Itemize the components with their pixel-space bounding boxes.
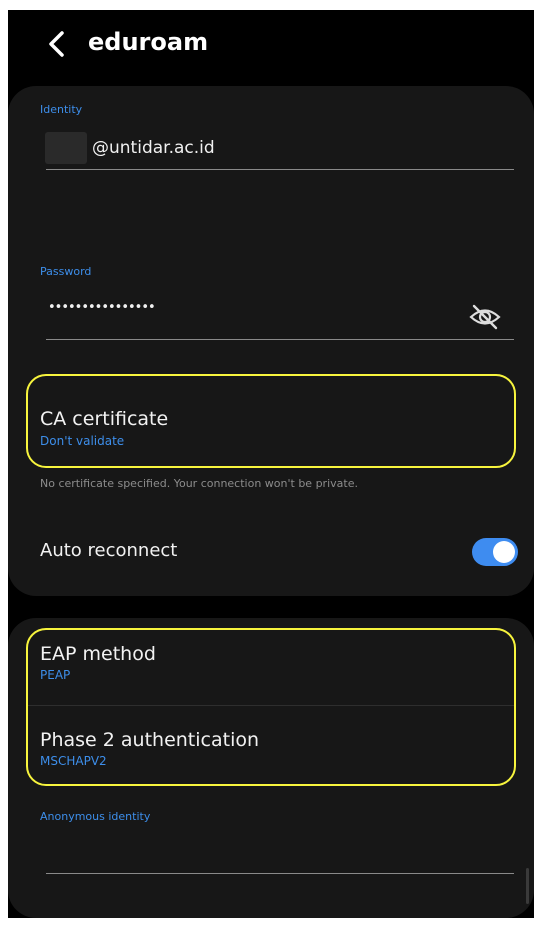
chevron-left-icon (49, 31, 64, 57)
password-field[interactable]: •••••••••••••••• (48, 300, 156, 315)
scrollbar[interactable] (526, 868, 529, 904)
anonymous-identity-label: Anonymous identity (40, 810, 151, 823)
back-button[interactable] (38, 26, 74, 62)
frame-left (0, 0, 8, 927)
anonymous-identity-underline (46, 873, 514, 874)
frame-top (0, 0, 547, 10)
frame-bottom (0, 918, 547, 927)
password-underline (46, 339, 514, 340)
frame-right (534, 0, 547, 927)
password-visibility-toggle[interactable] (468, 302, 504, 332)
eye-off-icon (469, 304, 501, 330)
password-label: Password (40, 265, 92, 278)
anonymous-identity-field[interactable] (48, 838, 508, 866)
highlight-box-eap (26, 628, 516, 786)
page-title: eduroam (88, 28, 209, 56)
auto-reconnect-label: Auto reconnect (40, 540, 178, 561)
toggle-knob (493, 541, 515, 563)
app-header: eduroam (8, 10, 534, 80)
highlight-box-ca (26, 374, 516, 468)
identity-field[interactable]: @untidar.ac.id (92, 138, 215, 158)
wifi-settings-screen: eduroam Identity @untidar.ac.id Password… (0, 0, 547, 927)
ca-certificate-hint: No certificate specified. Your connectio… (40, 477, 358, 490)
redacted-username (45, 132, 87, 164)
auto-reconnect-toggle[interactable] (472, 538, 518, 566)
identity-underline (46, 169, 514, 170)
identity-label: Identity (40, 103, 83, 116)
security-settings-card (8, 86, 534, 596)
